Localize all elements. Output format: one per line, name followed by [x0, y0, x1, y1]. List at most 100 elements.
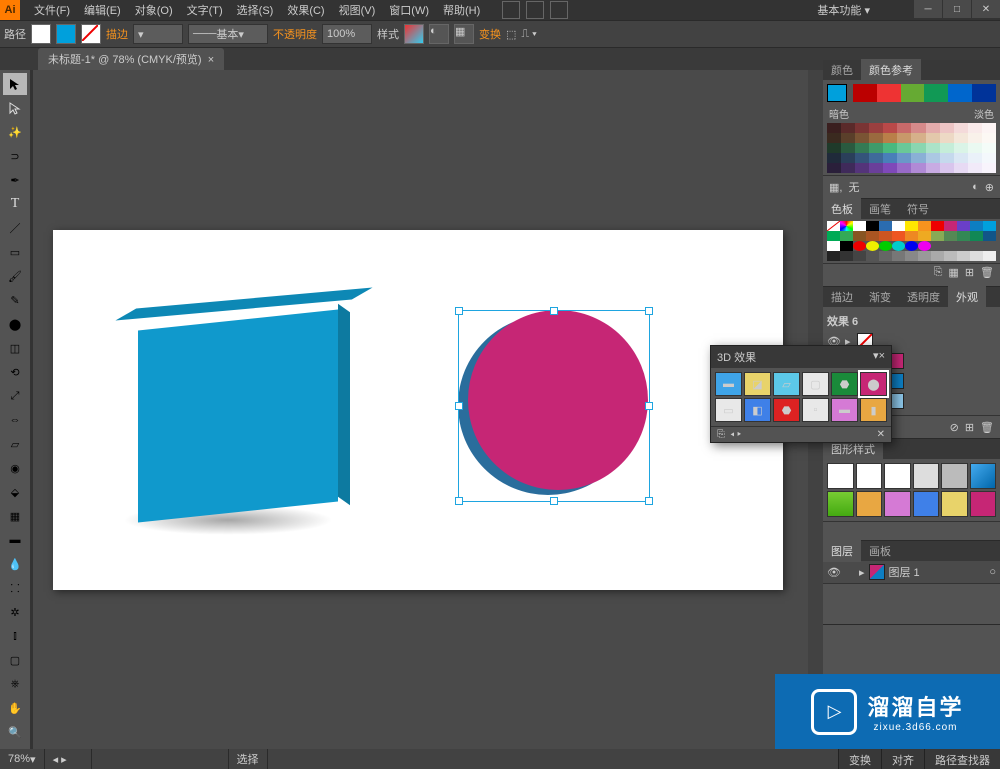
- panel-3d-close[interactable]: ▾×: [873, 349, 885, 365]
- 3d-effect-7[interactable]: ▭: [715, 398, 742, 422]
- 3d-effect-3[interactable]: ▱: [773, 372, 800, 396]
- opacity-label[interactable]: 不透明度: [273, 26, 317, 42]
- tab-brushes[interactable]: 画笔: [861, 198, 899, 220]
- 3d-effect-6[interactable]: ⬤: [860, 372, 887, 396]
- selected-circle[interactable]: [458, 310, 653, 505]
- panel-3d-delete[interactable]: ✕: [877, 429, 885, 440]
- 3d-effect-11[interactable]: ▬: [831, 398, 858, 422]
- tab-gradient[interactable]: 渐变: [861, 286, 899, 308]
- pen-tool[interactable]: ✒: [3, 169, 27, 191]
- scale-tool[interactable]: ⤢: [3, 385, 27, 407]
- 3d-effect-1[interactable]: ▬: [715, 372, 742, 396]
- gradient-tool[interactable]: ▬: [3, 529, 27, 551]
- menu-window[interactable]: 窗口(W): [383, 0, 435, 20]
- color-wheel-icon[interactable]: ◐: [972, 181, 979, 193]
- status-nav[interactable]: ◂ ▸: [45, 749, 92, 769]
- color-guide-icon[interactable]: ▦,: [829, 181, 842, 194]
- perspective-tool[interactable]: ⬙: [3, 481, 27, 503]
- menu-view[interactable]: 视图(V): [333, 0, 382, 20]
- line-tool[interactable]: ／: [3, 217, 27, 239]
- tab-align[interactable]: 对齐: [881, 749, 924, 769]
- brush-combo[interactable]: ─── 基本 ▾: [188, 24, 268, 44]
- appearance-new-icon[interactable]: ⊞: [965, 421, 974, 434]
- paintbrush-tool[interactable]: 🖌: [3, 265, 27, 287]
- menu-object[interactable]: 对象(O): [129, 0, 179, 20]
- eye-icon[interactable]: 👁: [827, 566, 841, 579]
- direct-selection-tool[interactable]: [3, 97, 27, 119]
- panel-3d-effects[interactable]: 3D 效果▾× ▬ ◪ ▱ ▢ ⬣ ⬤ ▭ ◧ ⬣ ▫ ▬ ▮ ⎘ ◂ ▸ ✕: [710, 345, 892, 443]
- toolbar-icon-1[interactable]: [502, 1, 520, 19]
- tab-color[interactable]: 颜色: [823, 59, 861, 81]
- toolbar-icon-2[interactable]: [526, 1, 544, 19]
- appearance-clear-icon[interactable]: ⊘: [950, 421, 959, 434]
- pencil-tool[interactable]: ✎: [3, 289, 27, 311]
- swatch-menu-icon[interactable]: ▦: [948, 266, 958, 284]
- layer-name[interactable]: 图层 1: [889, 564, 920, 580]
- color-guide-grid[interactable]: [827, 123, 996, 173]
- mesh-tool[interactable]: ▦: [3, 505, 27, 527]
- status-info[interactable]: [92, 749, 229, 769]
- graph-tool[interactable]: ⫾: [3, 625, 27, 647]
- recolor-icon[interactable]: ◐: [429, 24, 449, 44]
- 3d-effect-2[interactable]: ◪: [744, 372, 771, 396]
- stroke-swatch[interactable]: [81, 24, 101, 44]
- stroke-weight[interactable]: ▾: [133, 24, 183, 44]
- transform-label[interactable]: 变换: [479, 26, 501, 42]
- 3d-effect-5[interactable]: ⬣: [831, 372, 858, 396]
- misc-control-1[interactable]: ⬚: [506, 28, 516, 41]
- minimize-button[interactable]: ─: [914, 0, 942, 18]
- layer-row-1[interactable]: 👁 ▸ 图层 1 ○: [823, 561, 1000, 584]
- swatch-lib-icon[interactable]: ⎘: [934, 266, 943, 284]
- 3d-effect-12[interactable]: ▮: [860, 398, 887, 422]
- magic-wand-tool[interactable]: ✨: [3, 121, 27, 143]
- style-swatch[interactable]: [404, 24, 424, 44]
- menu-effect[interactable]: 效果(C): [281, 0, 330, 20]
- menu-file[interactable]: 文件(F): [28, 0, 76, 20]
- toolbar-icon-3[interactable]: [550, 1, 568, 19]
- guide-base-swatch[interactable]: [827, 84, 847, 102]
- align-icon[interactable]: ▦: [454, 24, 474, 44]
- zoom-value[interactable]: 78% ▾: [0, 749, 45, 769]
- tab-symbols[interactable]: 符号: [899, 198, 937, 220]
- swatches-grid[interactable]: [827, 221, 996, 261]
- swatch-new-icon[interactable]: ⊞: [965, 266, 974, 284]
- canvas-area[interactable]: [33, 70, 820, 749]
- rectangle-tool[interactable]: ▭: [3, 241, 27, 263]
- selection-tool[interactable]: [3, 73, 27, 95]
- close-button[interactable]: ✕: [972, 0, 1000, 18]
- menu-help[interactable]: 帮助(H): [437, 0, 486, 20]
- symbol-sprayer-tool[interactable]: ✲: [3, 601, 27, 623]
- tab-color-guide[interactable]: 颜色参考: [861, 59, 921, 81]
- zoom-tool[interactable]: 🔍: [3, 721, 27, 743]
- tab-pathfinder[interactable]: 路径查找器: [924, 749, 1000, 769]
- eyedropper-tool[interactable]: 💧: [3, 553, 27, 575]
- appearance-delete-icon[interactable]: 🗑: [980, 421, 994, 434]
- swatch-delete-icon[interactable]: 🗑: [980, 266, 994, 284]
- blue-3d-box[interactable]: [138, 300, 358, 520]
- tab-artboards[interactable]: 画板: [861, 540, 899, 562]
- 3d-effect-10[interactable]: ▫: [802, 398, 829, 422]
- rotate-tool[interactable]: ⟲: [3, 361, 27, 383]
- add-to-swatches-icon[interactable]: ⊕: [985, 181, 994, 194]
- blend-tool[interactable]: ⸬: [3, 577, 27, 599]
- type-tool[interactable]: T: [3, 193, 27, 215]
- artboard-tool[interactable]: ▢: [3, 649, 27, 671]
- menu-edit[interactable]: 编辑(E): [78, 0, 127, 20]
- workspace-switcher[interactable]: 基本功能 ▾: [817, 2, 870, 18]
- menu-select[interactable]: 选择(S): [231, 0, 280, 20]
- opacity-value[interactable]: 100%: [322, 24, 372, 44]
- tab-transform[interactable]: 变换: [838, 749, 881, 769]
- 3d-effect-4[interactable]: ▢: [802, 372, 829, 396]
- tab-appearance[interactable]: 外观: [948, 286, 986, 308]
- fill-swatch[interactable]: [56, 24, 76, 44]
- free-transform-tool[interactable]: ▱: [3, 433, 27, 455]
- tab-stroke[interactable]: 描边: [823, 286, 861, 308]
- hand-tool[interactable]: ✋: [3, 697, 27, 719]
- eraser-tool[interactable]: ◫: [3, 337, 27, 359]
- 3d-effect-9[interactable]: ⬣: [773, 398, 800, 422]
- tab-layers[interactable]: 图层: [823, 540, 861, 562]
- stroke-label[interactable]: 描边: [106, 26, 128, 42]
- maximize-button[interactable]: □: [943, 0, 971, 18]
- no-selection-icon[interactable]: [31, 24, 51, 44]
- blob-brush-tool[interactable]: ⬤: [3, 313, 27, 335]
